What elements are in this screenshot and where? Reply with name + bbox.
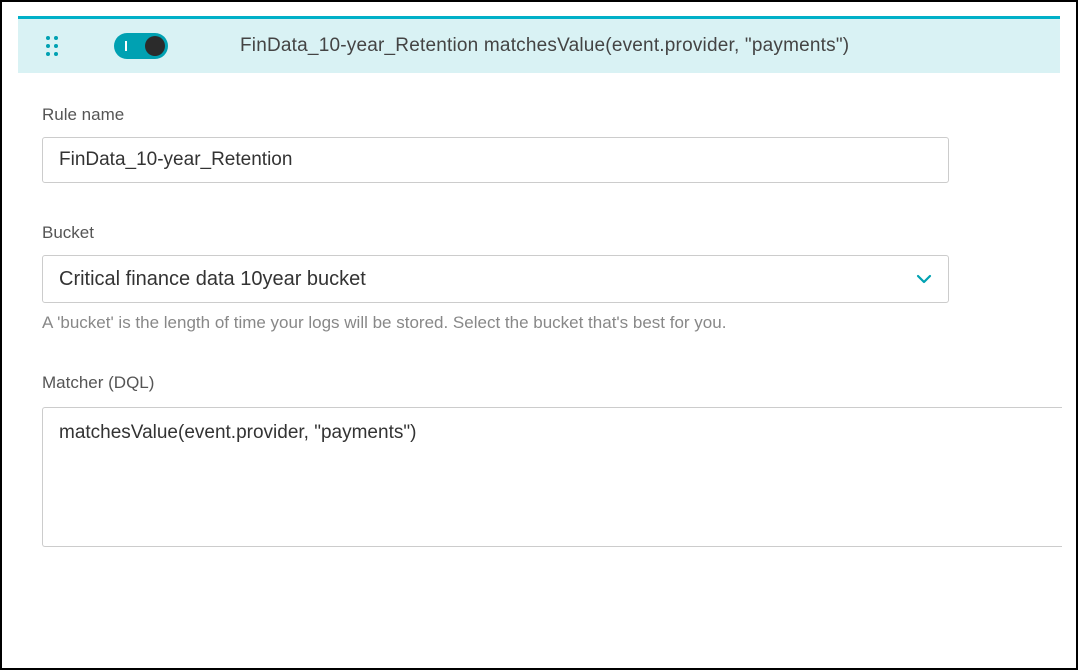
matcher-label: Matcher (DQL) — [42, 373, 1036, 393]
rule-enabled-toggle[interactable] — [114, 33, 168, 59]
rule-summary-title: FinData_10-year_Retention matchesValue(e… — [240, 35, 849, 57]
bucket-select[interactable]: Critical finance data 10year bucket — [42, 255, 949, 303]
matcher-field-group: Matcher (DQL) — [42, 373, 1036, 552]
bucket-help-text: A 'bucket' is the length of time your lo… — [42, 313, 1036, 333]
rule-form: Rule name Bucket Critical finance data 1… — [2, 73, 1076, 552]
rule-name-field-group: Rule name — [42, 105, 1036, 183]
bucket-selected-value: Critical finance data 10year bucket — [59, 268, 366, 291]
bucket-label: Bucket — [42, 223, 1036, 243]
chevron-down-icon — [916, 271, 932, 287]
drag-handle-icon[interactable] — [46, 36, 58, 56]
matcher-textarea[interactable] — [42, 407, 1062, 547]
bucket-field-group: Bucket Critical finance data 10year buck… — [42, 223, 1036, 333]
rule-name-label: Rule name — [42, 105, 1036, 125]
rule-name-input[interactable] — [42, 137, 949, 183]
rule-header-bar: FinData_10-year_Retention matchesValue(e… — [18, 19, 1060, 73]
